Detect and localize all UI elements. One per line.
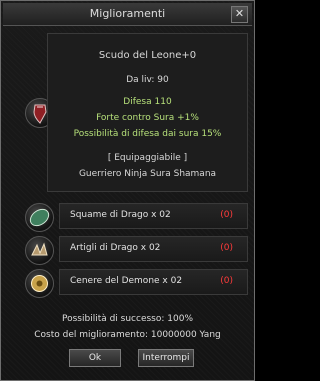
material-row: Cenere del Demone x 02 (0) — [59, 269, 248, 295]
upgrade-window: Miglioramenti ✕ Scudo del Leone+0 Da liv… — [0, 0, 255, 381]
item-name: Scudo del Leone+0 — [98, 50, 197, 61]
dragon-scale-icon[interactable] — [25, 203, 54, 232]
material-name: Artigli di Drago x 02 — [70, 243, 161, 253]
material-name: Squame di Drago x 02 — [70, 210, 171, 220]
dragon-claw-icon[interactable] — [25, 236, 54, 265]
material-count: (0) — [220, 276, 233, 286]
close-button[interactable]: ✕ — [231, 6, 248, 23]
window-title: Miglioramenti — [89, 7, 166, 20]
material-name: Cenere del Demone x 02 — [70, 276, 183, 286]
item-classes: Guerriero Ninja Sura Shamana — [78, 169, 217, 179]
material-count: (0) — [220, 210, 233, 220]
material-count: (0) — [220, 243, 233, 253]
material-row: Artigli di Drago x 02 (0) — [59, 236, 248, 262]
item-bonus-2: Possibilità di difesa dai sura 15% — [73, 129, 222, 139]
material-row: Squame di Drago x 02 (0) — [59, 203, 248, 229]
title-bar[interactable]: Miglioramenti ✕ — [3, 3, 252, 26]
item-equippable: [ Equipaggiabile ] — [107, 153, 188, 163]
item-info-panel: Scudo del Leone+0 Da liv: 90 Difesa 110 … — [47, 33, 248, 192]
upgrade-cost: Costo del miglioramento: 10000000 Yang — [34, 330, 221, 340]
ok-button[interactable]: Ok — [69, 349, 121, 367]
item-level: Da liv: 90 — [126, 75, 169, 85]
item-bonus-1: Forte contro Sura +1% — [96, 113, 199, 123]
success-chance: Possibilità di successo: 100% — [61, 314, 194, 324]
demon-ash-icon[interactable] — [25, 269, 54, 298]
item-defense: Difesa 110 — [123, 97, 172, 107]
cancel-button[interactable]: Interrompi — [138, 349, 194, 367]
